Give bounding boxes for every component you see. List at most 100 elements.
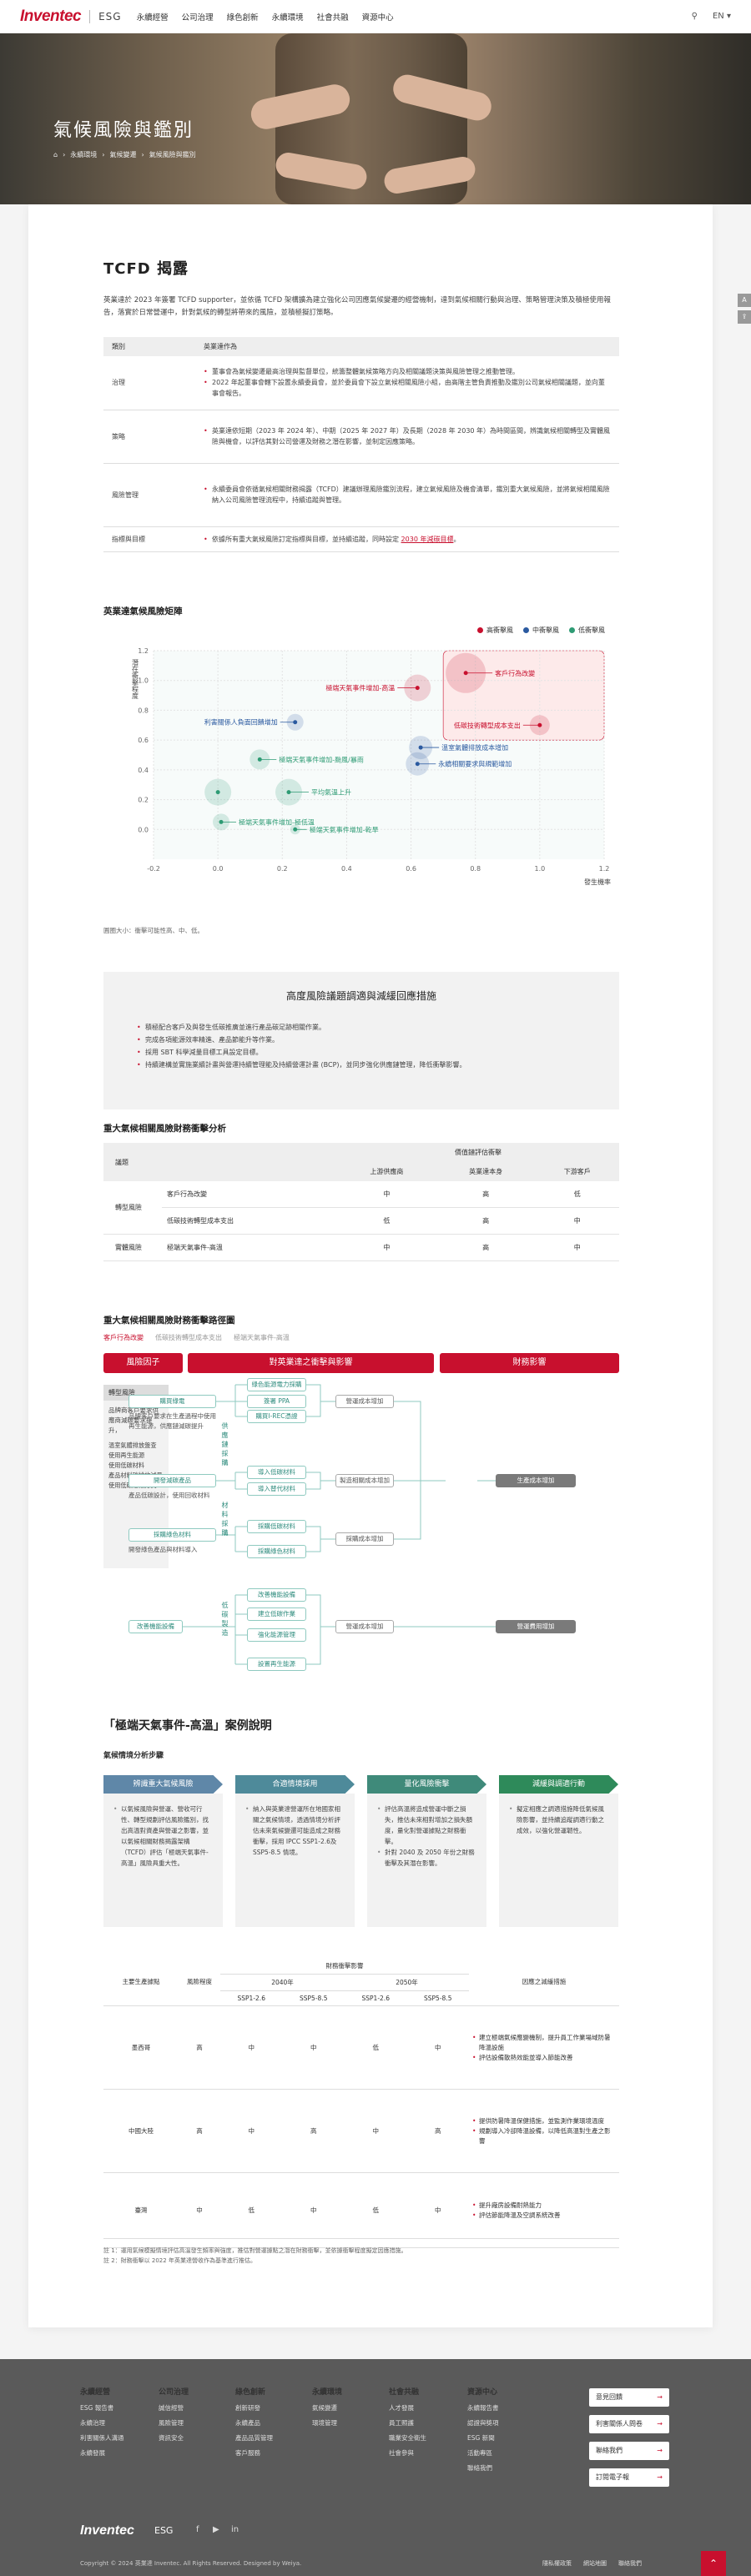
footer-link[interactable]: 永續產品 (235, 2418, 273, 2428)
footer-link[interactable]: 員工照護 (389, 2418, 426, 2428)
case-title: 「極端天氣事件-高溫」案例說明 (103, 1719, 272, 1733)
tab-heat[interactable]: 極端天氣事件-高溫 (234, 1333, 290, 1342)
reduction-target-link[interactable]: 2030 年減碳目標 (401, 536, 454, 543)
share-icon[interactable]: ⇪ (738, 310, 751, 324)
survey-button[interactable]: 利害關係人問卷 (589, 2415, 669, 2433)
search-icon[interactable]: ⚲ (692, 12, 698, 21)
table-row: 指標與目標 依據所有重大氣候風險訂定指標與目標，並持續追蹤，同時設定 2030 … (103, 526, 619, 552)
subscribe-button[interactable]: 訂閱電子報 (589, 2468, 669, 2487)
case-steps-title: 氣候情境分析步驟 (103, 1752, 164, 1760)
feedback-button[interactable]: 意見回饋 (589, 2388, 669, 2407)
table-header: 英業達作為 (195, 337, 619, 356)
nav-item[interactable]: 永續環境 (272, 11, 304, 23)
footer-link[interactable]: 誠信經營 (159, 2403, 189, 2412)
nav-item[interactable]: 社會共融 (317, 11, 349, 23)
nav-item[interactable]: 資源中心 (362, 11, 394, 23)
inventec-logo[interactable]: Inventec (20, 8, 82, 26)
x-tick-label: 0.2 (277, 865, 288, 873)
footer-link[interactable]: ESG 新聞 (467, 2433, 499, 2443)
site-header: Inventec ESG 永續經營 公司治理 綠色創新 永續環境 社會共融 資源… (0, 0, 751, 33)
linkedin-icon[interactable]: in (231, 2525, 239, 2534)
footer-links: 隱私權政策 網站地圖 聯絡我們 (542, 2559, 642, 2568)
risk-label: 極端天氣事件增加-高溫 (325, 684, 395, 692)
x-axis-title: 發生機率 (584, 878, 611, 886)
footer-link[interactable]: 職業安全衛生 (389, 2433, 426, 2443)
x-tick-label: 0.8 (470, 865, 481, 873)
footer-link[interactable]: 永續報告書 (467, 2403, 499, 2412)
legend-item: 高衝擊風 (477, 626, 513, 635)
footer-column: 永續經營 ESG 報告書 永續治理 利害關係人溝通 永續發展 (80, 2388, 124, 2458)
footer-column: 綠色創新 創新研發 永續產品 產品品質管理 客戶服務 (235, 2388, 273, 2458)
footer-link[interactable]: 活動專區 (467, 2448, 499, 2458)
table-row: 轉型風險 客戶行為改變 中高低 (103, 1181, 619, 1235)
footer-link[interactable]: 隱私權政策 (542, 2559, 572, 2568)
risk-label: 利害關係人負面回饋增加 (204, 718, 278, 727)
footer-link[interactable]: 社會參與 (389, 2448, 426, 2458)
step-body: 評估高溫將造成營運中斷之損失，推估未來相對增加之損失額度，量化對營運據點之財務衝… (367, 1794, 486, 1927)
y-tick-label: 0.8 (138, 707, 149, 714)
footer-link[interactable]: 聯絡我們 (467, 2463, 499, 2473)
y-axis-title: 潛在衝擊程度 (132, 658, 139, 700)
step-body: 擬定相應之調適措施降低氣候風險影響，並持續追蹤調適行動之成效，以強化營運韌性。 (499, 1794, 618, 1927)
matrix-title: 英業達氣候風險矩陣 (103, 606, 183, 616)
footer-link[interactable]: ESG 報告書 (80, 2403, 124, 2412)
copyright: Copyright © 2024 英業達 Inventec. All Right… (80, 2560, 302, 2567)
step-body: 納入與英業達營運所在地國家相關之氣候情境，透過情境分析評估未來氣候變遷可能造成之… (235, 1794, 355, 1927)
language-switch[interactable]: EN ▾ (713, 12, 731, 21)
footer-link[interactable]: 創新研發 (235, 2403, 273, 2412)
y-tick-label: 0.6 (138, 737, 149, 744)
footer-link[interactable]: 產品品質管理 (235, 2433, 273, 2443)
header-tools: ⚲ EN ▾ (692, 12, 731, 21)
footer-link[interactable]: 認證與獎項 (467, 2418, 499, 2428)
y-tick-label: 0.2 (138, 797, 149, 804)
esg-label[interactable]: ESG (98, 11, 122, 23)
pathway-tabs: 客戶行為改變 低碳技術轉型成本支出 極端天氣事件-高溫 (103, 1333, 290, 1342)
x-tick-label: 0.6 (406, 865, 416, 873)
footer-column: 社會共融 人才發展 員工照護 職業安全衛生 社會參與 (389, 2388, 426, 2458)
nav-item[interactable]: 公司治理 (182, 11, 214, 23)
table-row: 中國大陸高 中高中高 提供防暑降溫保健措施，並監測作業環境溫度規劃導入冷卻降溫設… (103, 2089, 619, 2173)
home-icon[interactable]: ⌂ (53, 151, 58, 158)
table-row: 臺灣中 低中低中 提升廠房設備耐熱能力評估節能降溫及空調系統改善 (103, 2172, 619, 2248)
footer-logo[interactable]: Inventec (80, 2523, 134, 2538)
breadcrumb-item: 氣候風險與鑑別 (149, 151, 196, 158)
chart-note: 圓圈大小：衝擊可能性高、中、低。 (103, 927, 204, 934)
risk-label: 溫室氣體排放成本增加 (441, 743, 508, 752)
font-size-icon[interactable]: A (738, 294, 751, 307)
page-title: 氣候風險與鑑別 (53, 120, 194, 141)
pathway-title: 重大氣候相關風險財務衝擊路徑圖 (103, 1316, 235, 1326)
chart-legend: 高衝擊風 中衝擊風 低衝擊風 (477, 626, 605, 635)
nav-item[interactable]: 永續經營 (137, 11, 169, 23)
footer-link[interactable]: 利害關係人溝通 (80, 2433, 124, 2443)
list-item: 採用 SBT 科學減量目標工具設定目標。 (137, 1046, 619, 1059)
list-item: 持續建構並實施業續計畫與營運持續管理能及持續營運計畫 (BCP)，並同步強化供應… (137, 1059, 619, 1071)
footer-link[interactable]: 氣候變遷 (312, 2403, 342, 2412)
tab-lowcarbon[interactable]: 低碳技術轉型成本支出 (155, 1333, 222, 1342)
footer-link[interactable]: 人才發展 (389, 2403, 426, 2412)
tcfd-title: TCFD 揭露 (103, 260, 189, 278)
footer-link[interactable]: 客戶服務 (235, 2448, 273, 2458)
pathway-diagram: 轉型風險 品牌商客戶要求供應商減碳要求提升， 溫室氣體排放盤查 使用再生能源 使… (103, 1376, 619, 1681)
bar-risk-factor: 風險因子 (103, 1353, 183, 1373)
footer-link[interactable]: 聯絡我們 (618, 2559, 642, 2568)
breadcrumb-item[interactable]: 氣候變遷 (109, 150, 136, 159)
nav-item[interactable]: 綠色創新 (227, 11, 259, 23)
footer-link[interactable]: 環境管理 (312, 2418, 342, 2428)
footer-link[interactable]: 永續治理 (80, 2418, 124, 2428)
x-tick-label: 1.2 (599, 865, 610, 873)
facebook-icon[interactable]: f (196, 2525, 199, 2534)
breadcrumb-item[interactable]: 永續環境 (70, 150, 97, 159)
footer-link[interactable]: 網站地圖 (583, 2559, 607, 2568)
footer-link[interactable]: 風險管理 (159, 2418, 189, 2428)
contact-button[interactable]: 聯絡我們 (589, 2442, 669, 2460)
case-footnotes: 註 1：運用氣候模擬情境評估高溫發生頻率與強度，推估對營運據點之潛在財務衝擊，並… (103, 2238, 619, 2266)
y-tick-label: 1.0 (138, 677, 149, 685)
tab-customer[interactable]: 客戶行為改變 (103, 1333, 144, 1342)
youtube-icon[interactable]: ▶ (213, 2525, 219, 2534)
table-row: 治理 董事會為氣候變遷最高治理與監督單位，統籌整體氣候策略方向及相關議題決策與風… (103, 356, 619, 410)
footer-link[interactable]: 資訊安全 (159, 2433, 189, 2443)
footer-link[interactable]: 永續發展 (80, 2448, 124, 2458)
table-row: 實體風險 極端天氣事件-高溫 中高中 (103, 1234, 619, 1261)
finance-table: 議題 價值鏈評估衝擊 上游供應商 英業達本身 下游客戶 轉型風險 客戶行為改變 中高… (103, 1143, 619, 1261)
back-to-top-button[interactable]: ⌃ (701, 2551, 726, 2576)
